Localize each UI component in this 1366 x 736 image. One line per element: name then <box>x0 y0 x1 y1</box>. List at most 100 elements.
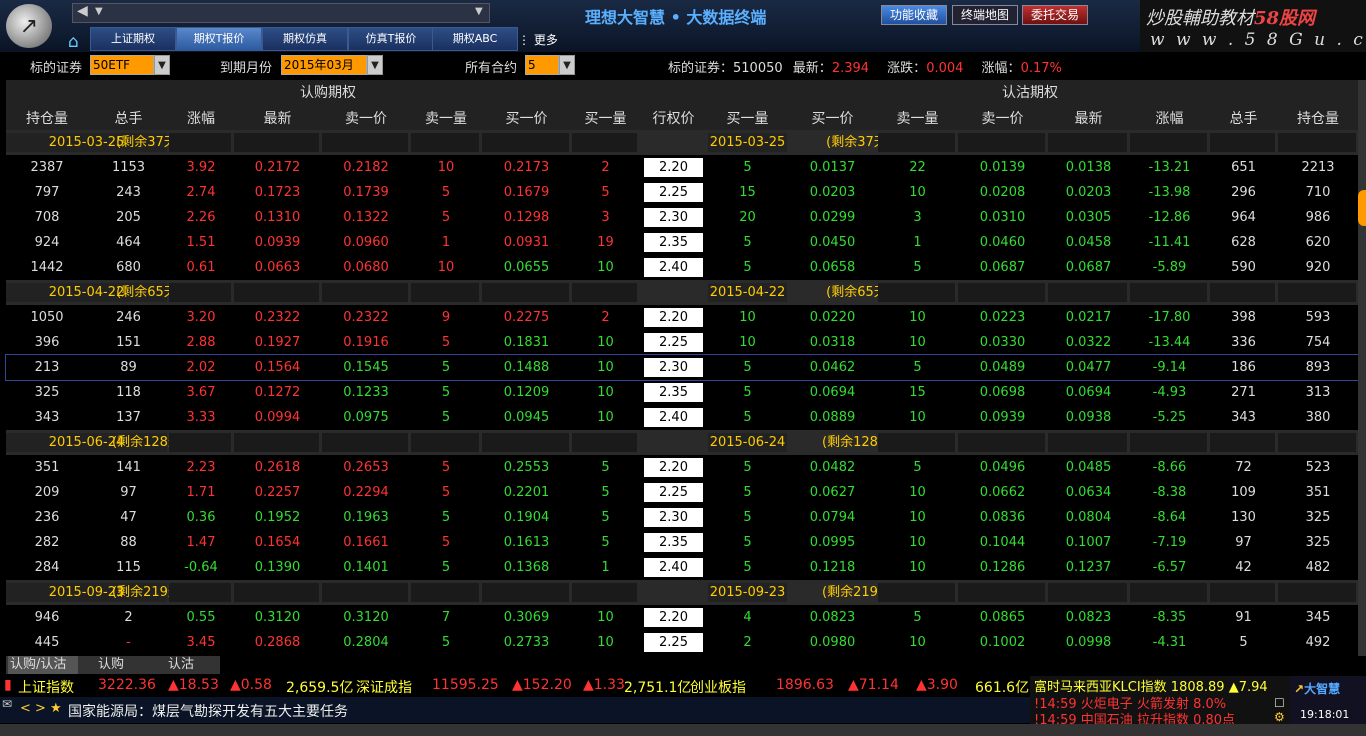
call-cell[interactable]: 3.92 <box>169 158 233 177</box>
nav-dropdown-icon[interactable]: ▼ <box>475 6 483 17</box>
call-cell[interactable]: 0.1679 <box>482 183 571 202</box>
put-cell[interactable]: 72 <box>1210 458 1277 477</box>
put-cell[interactable]: 42 <box>1210 558 1277 577</box>
put-cell[interactable]: 0.0485 <box>1048 458 1129 477</box>
put-cell[interactable]: -8.35 <box>1130 608 1209 627</box>
strike-price[interactable]: 2.35 <box>644 533 703 552</box>
put-cell[interactable]: 351 <box>1278 483 1358 502</box>
put-cell[interactable]: 0.0460 <box>958 233 1047 252</box>
call-cell[interactable]: 351 <box>6 458 88 477</box>
call-cell[interactable]: 0.3120 <box>322 608 410 627</box>
call-cell[interactable]: 0.0994 <box>234 408 321 427</box>
call-cell[interactable]: 205 <box>89 208 168 227</box>
put-cell[interactable]: 4 <box>708 608 787 627</box>
vertical-scrollbar[interactable] <box>1358 80 1366 656</box>
put-cell[interactable]: -8.38 <box>1130 483 1209 502</box>
call-cell[interactable]: 0.2553 <box>482 458 571 477</box>
call-cell[interactable]: 3.33 <box>169 408 233 427</box>
call-cell[interactable]: 0.1322 <box>322 208 410 227</box>
call-cell[interactable]: 89 <box>89 358 168 377</box>
put-cell[interactable]: 5 <box>708 483 787 502</box>
option-row[interactable]: 325 118 3.67 0.1272 0.1233 5 0.1209 10 2.35 5 0.06… <box>6 380 1358 405</box>
put-cell[interactable]: 325 <box>1278 508 1358 527</box>
put-cell[interactable]: 0.0482 <box>788 458 877 477</box>
call-cell[interactable]: 209 <box>6 483 88 502</box>
put-cell[interactable]: 5 <box>878 258 957 277</box>
put-cell[interactable]: 0.0305 <box>1048 208 1129 227</box>
call-cell[interactable]: 0.2294 <box>322 483 410 502</box>
call-cell[interactable]: 282 <box>6 533 88 552</box>
put-cell[interactable]: 15 <box>708 183 787 202</box>
call-cell[interactable]: 0.2618 <box>234 458 321 477</box>
call-cell[interactable]: 0.1310 <box>234 208 321 227</box>
strike-price[interactable]: 2.30 <box>644 208 703 227</box>
call-cell[interactable]: 3 <box>572 208 639 227</box>
put-cell[interactable]: 986 <box>1278 208 1358 227</box>
call-cell[interactable]: 88 <box>89 533 168 552</box>
call-cell[interactable]: 284 <box>6 558 88 577</box>
option-row[interactable]: 708 205 2.26 0.1310 0.1322 5 0.1298 3 2.30 20 0.02… <box>6 205 1358 230</box>
call-cell[interactable]: 0.1739 <box>322 183 410 202</box>
put-cell[interactable]: 920 <box>1278 258 1358 277</box>
call-cell[interactable]: 7 <box>411 608 481 627</box>
put-cell[interactable]: 523 <box>1278 458 1358 477</box>
put-cell[interactable]: 0.0208 <box>958 183 1047 202</box>
put-cell[interactable]: 5 <box>708 258 787 277</box>
call-cell[interactable]: 10 <box>572 333 639 352</box>
put-cell[interactable]: 5 <box>878 608 957 627</box>
put-cell[interactable]: 22 <box>878 158 957 177</box>
column-header-put-col-5[interactable]: 涨幅 <box>1130 108 1209 128</box>
call-cell[interactable]: 9 <box>411 308 481 327</box>
call-cell[interactable]: 0.1723 <box>234 183 321 202</box>
call-cell[interactable]: 0.1401 <box>322 558 410 577</box>
column-header-put-col-3[interactable]: 卖一价 <box>958 108 1047 128</box>
call-cell[interactable]: 97 <box>89 483 168 502</box>
put-cell[interactable]: 0.0627 <box>788 483 877 502</box>
call-cell[interactable]: 0.1233 <box>322 383 410 402</box>
put-cell[interactable]: -12.86 <box>1130 208 1209 227</box>
favorites-button[interactable]: 功能收藏 <box>881 5 948 25</box>
put-cell[interactable]: 398 <box>1210 308 1277 327</box>
put-cell[interactable]: 0.0477 <box>1048 358 1129 377</box>
call-cell[interactable]: 0.1613 <box>482 533 571 552</box>
strike-price[interactable]: 2.25 <box>644 333 703 352</box>
put-cell[interactable]: 0.0823 <box>788 608 877 627</box>
option-row[interactable]: 209 97 1.71 0.2257 0.2294 5 0.2201 5 2.25 5 0.0627… <box>6 480 1358 505</box>
call-cell[interactable]: 5 <box>411 208 481 227</box>
strike-price[interactable]: 2.30 <box>644 358 703 377</box>
call-cell[interactable]: 0.2257 <box>234 483 321 502</box>
option-row[interactable]: 282 88 1.47 0.1654 0.1661 5 0.1613 5 2.35 5 0.0995… <box>6 530 1358 555</box>
call-cell[interactable]: 0.0939 <box>234 233 321 252</box>
put-cell[interactable]: 109 <box>1210 483 1277 502</box>
call-cell[interactable]: 680 <box>89 258 168 277</box>
put-cell[interactable]: -5.25 <box>1130 408 1209 427</box>
call-cell[interactable]: 118 <box>89 383 168 402</box>
put-cell[interactable]: 10 <box>878 483 957 502</box>
put-cell[interactable]: -4.31 <box>1130 633 1209 652</box>
ticker-item[interactable]: 2,659.5亿 <box>286 677 353 697</box>
put-cell[interactable]: 296 <box>1210 183 1277 202</box>
call-cell[interactable]: 0.1488 <box>482 358 571 377</box>
put-cell[interactable]: 0.0998 <box>1048 633 1129 652</box>
call-cell[interactable]: 0.0960 <box>322 233 410 252</box>
column-header-put-col-4[interactable]: 最新 <box>1048 108 1129 128</box>
call-cell[interactable]: 3.20 <box>169 308 233 327</box>
put-cell[interactable]: 10 <box>878 333 957 352</box>
put-cell[interactable]: 2 <box>708 633 787 652</box>
put-cell[interactable]: 10 <box>878 508 957 527</box>
call-cell[interactable]: 0.0945 <box>482 408 571 427</box>
call-cell[interactable]: 141 <box>89 458 168 477</box>
option-row[interactable]: 1050 246 3.20 0.2322 0.2322 9 0.2275 2 2.20 10 0.0… <box>6 305 1358 330</box>
call-cell[interactable]: 0.1963 <box>322 508 410 527</box>
put-cell[interactable]: 0.0694 <box>788 383 877 402</box>
call-cell[interactable]: 2.23 <box>169 458 233 477</box>
ticker-item[interactable]: 创业板指 <box>690 677 746 697</box>
call-cell[interactable]: 464 <box>89 233 168 252</box>
put-cell[interactable]: 0.0698 <box>958 383 1047 402</box>
ticker-item[interactable]: ▲3.90 <box>916 677 958 693</box>
tab-put[interactable]: 认沽 <box>168 656 194 674</box>
put-cell[interactable]: -17.80 <box>1130 308 1209 327</box>
put-cell[interactable]: -4.93 <box>1130 383 1209 402</box>
call-cell[interactable]: 1153 <box>89 158 168 177</box>
put-cell[interactable]: 5 <box>708 408 787 427</box>
